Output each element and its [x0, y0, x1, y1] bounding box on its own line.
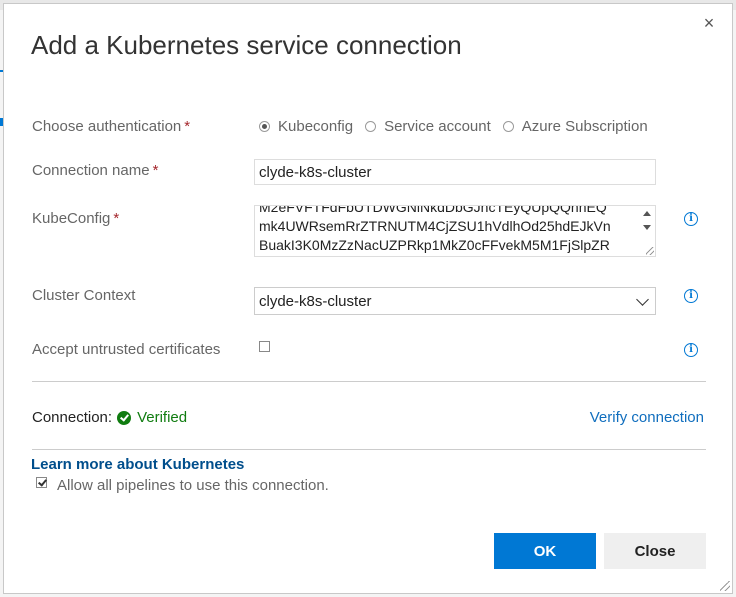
kubeconfig-line: mk4UWRsemRrZTRNUTM4CjZSU1hVdlhOd25hdEJkV…: [259, 218, 611, 234]
dialog-resize-handle-icon[interactable]: [720, 581, 730, 591]
connection-name-label-row: Connection name *: [32, 162, 158, 179]
radio-label: Service account: [384, 118, 491, 135]
kubeconfig-textarea[interactable]: M2eFVFTFdFbUTDWGNiNkdDbGJncTEyQUpQQnhEQ …: [254, 205, 656, 257]
check-circle-icon: [117, 410, 132, 425]
radio-button[interactable]: [502, 121, 514, 132]
close-icon[interactable]: ×: [700, 14, 718, 32]
radio-button[interactable]: [259, 121, 270, 132]
scroll-down-arrow-icon[interactable]: [643, 225, 651, 230]
radio-kubeconfig[interactable]: Kubeconfig: [259, 118, 353, 135]
auth-label: Choose authentication: [32, 118, 182, 135]
connection-status: Connection: Verified: [32, 409, 187, 426]
required-marker: *: [184, 118, 191, 135]
service-connection-dialog: × Add a Kubernetes service connection Ch…: [3, 3, 733, 594]
kubeconfig-content: M2eFVFTFdFbUTDWGNiNkdDbGJncTEyQUpQQnhEQ …: [259, 205, 631, 255]
radio-service-account[interactable]: Service account: [365, 118, 491, 135]
scroll-up-arrow-icon[interactable]: [643, 211, 651, 216]
untrusted-certs-label: Accept untrusted certificates: [32, 341, 221, 358]
connection-label: Connection:: [32, 409, 113, 426]
info-icon[interactable]: i: [684, 289, 698, 303]
auth-radio-group: Kubeconfig Service account Azure Subscri…: [259, 118, 660, 135]
dialog-title: Add a Kubernetes service connection: [31, 30, 462, 60]
chevron-down-icon: [636, 293, 649, 306]
info-icon[interactable]: i: [684, 343, 698, 357]
verified-text: Verified: [137, 409, 188, 426]
radio-label: Kubeconfig: [278, 118, 354, 135]
ok-button[interactable]: OK: [494, 533, 596, 569]
radio-button[interactable]: [365, 121, 377, 132]
cluster-context-select[interactable]: clyde-k8s-cluster: [254, 287, 656, 315]
kubeconfig-line: BuakI3K0MzZzNacUZPRkp1MkZ0cFFvekM5M1FjSl…: [259, 237, 610, 253]
allow-pipelines-label: Allow all pipelines to use this connecti…: [57, 477, 329, 494]
kubeconfig-line: M2eFVFTFdFbUTDWGNiNkdDbGJncTEyQUpQQnhEQ: [259, 205, 607, 215]
connection-name-input[interactable]: clyde-k8s-cluster: [254, 159, 656, 185]
resize-handle-icon[interactable]: [646, 247, 654, 255]
kubeconfig-label: KubeConfig: [32, 210, 111, 227]
allow-pipelines-checkbox[interactable]: [36, 477, 47, 488]
learn-more-link[interactable]: Learn more about Kubernetes: [31, 456, 244, 473]
divider: [32, 381, 706, 382]
radio-label: Azure Subscription: [521, 118, 648, 135]
close-button[interactable]: Close: [604, 533, 706, 569]
kubeconfig-label-row: KubeConfig *: [32, 210, 119, 227]
connection-name-label: Connection name: [32, 162, 150, 179]
cluster-context-label: Cluster Context: [32, 287, 136, 304]
verify-connection-link[interactable]: Verify connection: [590, 409, 704, 426]
divider: [32, 449, 706, 450]
required-marker: *: [113, 210, 120, 227]
auth-label-row: Choose authentication *: [32, 118, 190, 135]
cluster-context-value: clyde-k8s-cluster: [259, 293, 372, 310]
untrusted-certs-checkbox[interactable]: [259, 341, 270, 352]
info-icon[interactable]: i: [684, 212, 698, 226]
radio-azure-subscription[interactable]: Azure Subscription: [502, 118, 648, 135]
required-marker: *: [152, 162, 159, 179]
